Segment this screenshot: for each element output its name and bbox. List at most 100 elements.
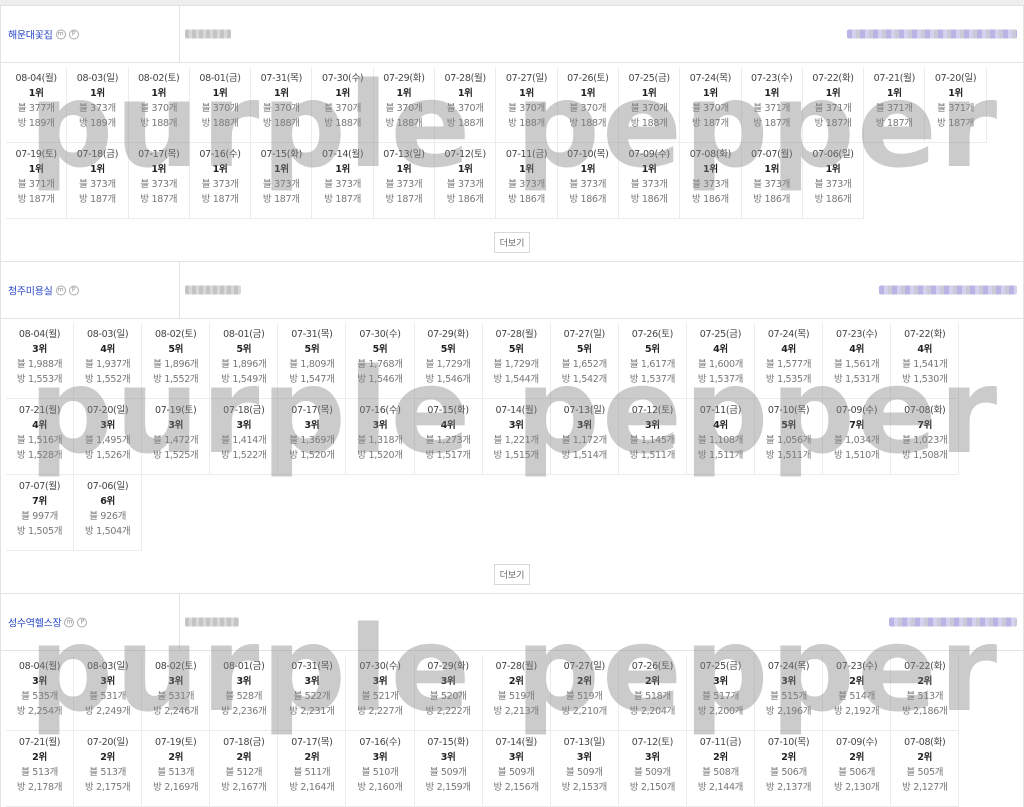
mobile-icon: m [55,285,66,295]
keyword-link[interactable]: 해운대꽃집 [8,27,53,42]
blog-count: 블 1,988개 [16,359,63,370]
rank-value: 3위 [713,676,728,687]
rank-value: 1위 [519,164,534,175]
cafe-count: 방 2,192개 [834,706,880,717]
date-label: 07-06(일) [86,481,129,492]
rank-cell: 07-14(월) 3위 블 509개 방 2,156개 [482,731,551,807]
cafe-count: 방 2,175개 [84,782,131,793]
rank-value: 1위 [580,88,596,99]
date-label: 07-21(월) [873,73,916,84]
blog-count: 블 1,729개 [493,359,540,370]
blog-count: 블 370개 [691,103,729,114]
date-label: 07-14(월) [321,149,364,160]
rank-value: 3위 [372,752,388,763]
cafe-count: 방 2,246개 [153,706,199,717]
rank-value: 1위 [580,164,596,175]
date-label: 07-11(금) [699,405,742,416]
section-keyword-2: 청주미용실 m P 08-04(월) 3위 블 1,988개 방 1,553개 08-0… [0,261,1024,593]
date-label: 07-19(토) [155,737,197,748]
cafe-count: 방 1,547개 [289,374,335,385]
rank-cell: 07-30(수) 3위 블 521개 방 2,227개 [346,655,415,731]
cafe-count: 방 1,553개 [16,374,63,385]
cafe-count: 방 1,515개 [493,450,540,461]
blog-count: 블 373개 [201,179,239,190]
cafe-count: 방 188개 [262,118,300,129]
date-label: 07-17(목) [138,149,180,160]
blog-count: 블 373개 [324,179,362,190]
pc-icon: P [68,29,79,39]
rank-cell: 07-11(금) 1위 블 373개 방 186개 [496,143,558,219]
date-label: 07-12(토) [631,405,674,416]
date-label: 07-28(월) [495,329,538,340]
rank-cell: 07-24(목) 1위 블 370개 방 187개 [680,67,742,143]
rank-cell: 07-10(목) 5위 블 1,056개 방 1,511개 [755,399,824,475]
rank-cell: 07-22(화) 4위 블 1,541개 방 1,530개 [891,323,960,399]
rank-cell: 07-07(월) 1위 블 373개 방 186개 [741,143,803,219]
date-label: 07-11(금) [505,149,548,160]
cafe-count: 방 2,156개 [493,782,540,793]
date-label: 07-25(금) [699,661,742,672]
rank-value: 2위 [917,752,933,763]
rank-cell: 07-23(수) 1위 블 371개 방 187개 [741,67,803,143]
date-label: 07-11(금) [699,737,742,748]
divider [179,594,180,650]
keyword-link[interactable]: 성수역헬스장 [8,615,62,630]
blog-count: 블 510개 [361,767,399,778]
rank-cell: 07-16(수) 3위 블 510개 방 2,160개 [346,731,415,807]
rank-cell: 07-31(목) 5위 블 1,809개 방 1,547개 [278,323,347,399]
rank-value: 4위 [849,344,865,355]
rank-value: 2위 [576,676,592,687]
rank-cell: 07-09(수) 7위 블 1,034개 방 1,510개 [823,399,892,475]
blog-count: 블 1,561개 [834,359,880,370]
blog-count: 블 1,729개 [425,359,471,370]
rank-cell: 08-03(일) 1위 블 373개 방 189개 [67,67,129,143]
date-label: 07-08(화) [904,405,946,416]
rank-value: 1위 [90,88,105,99]
blog-count: 블 535개 [21,691,58,702]
blog-count: 블 1,896개 [221,359,267,370]
rank-value: 1위 [641,88,657,99]
rank-cell: 07-21(월) 4위 블 1,516개 방 1,528개 [6,399,75,475]
blog-count: 블 515개 [770,691,807,702]
rank-value: 1위 [90,164,105,175]
rank-cell: 07-25(금) 4위 블 1,600개 방 1,537개 [686,323,756,399]
date-label: 07-08(화) [904,737,946,748]
date-label: 07-10(목) [767,405,810,416]
cafe-count: 방 186개 [446,194,484,205]
blog-count: 블 373개 [508,179,545,190]
blog-count: 블 373개 [262,179,300,190]
rank-cell: 07-18(금) 2위 블 512개 방 2,167개 [210,731,279,807]
date-label: 07-07(월) [751,149,793,160]
more-button[interactable]: 더보기 [493,232,531,253]
cafe-count: 방 1,546개 [357,374,403,385]
rank-cell: 07-13(일) 3위 블 509개 방 2,153개 [550,731,619,807]
rank-value: 3위 [645,752,660,763]
rank-cell: 07-17(목) 1위 블 373개 방 187개 [128,143,190,219]
blog-count: 블 1,652개 [561,359,608,370]
date-label: 07-18(금) [223,405,265,416]
rank-value: 2위 [849,752,865,763]
cafe-count: 방 187개 [814,118,852,129]
rank-value: 7위 [849,420,865,431]
rank-cell: 07-27(일) 1위 블 370개 방 188개 [496,67,558,143]
blog-count: 블 371개 [937,103,975,114]
date-label: 07-25(금) [628,73,670,84]
cafe-count: 방 1,542개 [561,374,608,385]
cafe-count: 방 1,546개 [425,374,471,385]
date-label: 07-17(목) [291,405,333,416]
rank-cell: 07-10(목) 2위 블 506개 방 2,137개 [755,731,824,807]
keyword-link[interactable]: 청주미용실 [8,283,53,298]
date-label: 07-19(토) [155,405,197,416]
date-label: 07-23(수) [835,329,878,340]
blog-count: 블 370개 [324,103,362,114]
date-label: 07-17(목) [291,737,333,748]
date-label: 07-23(수) [751,73,793,84]
blog-count: 블 373개 [79,179,116,190]
blog-count: 블 1,056개 [765,435,812,446]
rank-cell: 07-16(수) 1위 블 373개 방 187개 [189,143,252,219]
more-button[interactable]: 더보기 [493,564,531,585]
cafe-count: 방 187개 [753,118,791,129]
rank-value: 1위 [886,88,902,99]
rank-value: 1위 [703,88,718,99]
date-label: 08-02(토) [155,661,197,672]
